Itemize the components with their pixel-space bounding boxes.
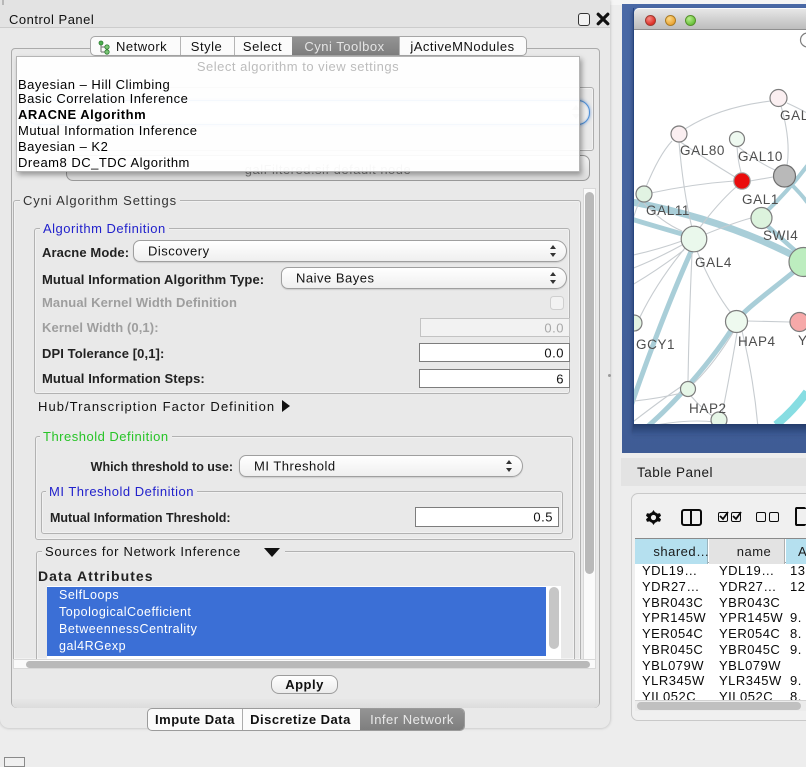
- svg-text:GCY1: GCY1: [636, 337, 675, 352]
- svg-text:GAL10: GAL10: [738, 149, 783, 164]
- svg-text:SWI4: SWI4: [763, 228, 798, 243]
- svg-text:GAL11: GAL11: [646, 203, 690, 218]
- svg-text:GAL80: GAL80: [680, 143, 725, 158]
- svg-text:GAL: GAL: [780, 108, 806, 123]
- svg-text:GAL4: GAL4: [695, 255, 732, 270]
- svg-text:HAP4: HAP4: [738, 334, 776, 349]
- svg-text:HAP2: HAP2: [689, 401, 727, 416]
- svg-text:GAL1: GAL1: [742, 192, 779, 207]
- svg-text:Y: Y: [798, 333, 806, 348]
